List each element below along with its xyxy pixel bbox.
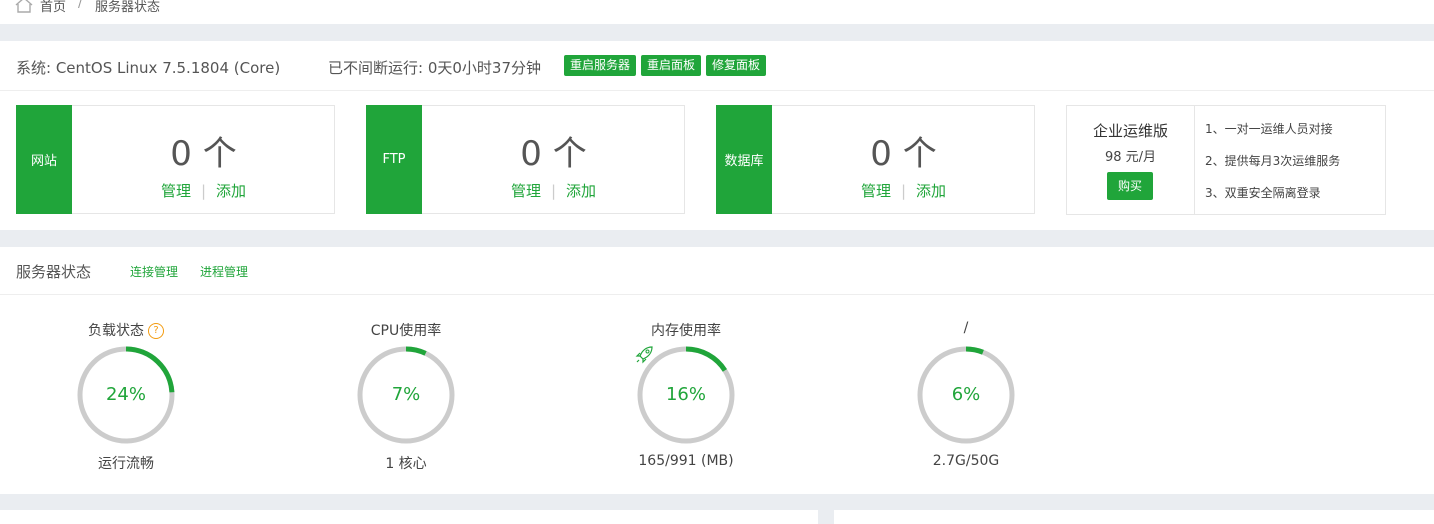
gauge-subtext: 165/991 (MB)	[638, 453, 734, 469]
card-label-database: 数据库	[716, 105, 772, 214]
restart-panel-button[interactable]: 重启面板	[641, 55, 701, 76]
connection-manage-link[interactable]: 连接管理	[130, 263, 178, 280]
uptime-info: 已不间断运行: 0天0小时37分钟	[328, 59, 541, 77]
database-count: 0 个	[870, 134, 937, 174]
link-separator: |	[200, 182, 207, 200]
ad-feature: 1、一对一运维人员对接	[1205, 122, 1333, 136]
ftp-manage-link[interactable]: 管理	[511, 182, 541, 200]
server-status-panel: 服务器状态 连接管理 进程管理 负载状态? 24% 运行流畅 CPU使用率 7%…	[0, 247, 1434, 494]
gauge-label: 负载状态	[88, 323, 144, 339]
ad-price: 98 元/月	[1104, 150, 1157, 165]
card-label-ftp: FTP	[366, 105, 422, 214]
repair-panel-button[interactable]: 修复面板	[706, 55, 766, 76]
gauge-ring[interactable]: 24%	[74, 343, 178, 447]
system-info: 系统: CentOS Linux 7.5.1804 (Core)	[16, 59, 281, 77]
divider	[0, 294, 1434, 295]
breadcrumb-separator: /	[78, 0, 83, 11]
link-separator: |	[900, 182, 907, 200]
database-add-link[interactable]: 添加	[916, 182, 946, 200]
breadcrumb-current: 服务器状态	[95, 0, 161, 15]
bottom-left-panel	[0, 510, 818, 524]
gauge-label: 内存使用率	[651, 323, 721, 339]
overview-panel: 系统: CentOS Linux 7.5.1804 (Core) 已不间断运行:…	[0, 41, 1434, 230]
link-separator: |	[550, 182, 557, 200]
ad-features: 1、一对一运维人员对接 2、提供每月3次运维服务 3、双重安全隔离登录	[1205, 120, 1340, 216]
gauge-ring[interactable]: 6%	[914, 343, 1018, 447]
breadcrumb-home[interactable]: 首页	[40, 0, 66, 15]
website-manage-link[interactable]: 管理	[161, 182, 191, 200]
load-gauge: 负载状态? 24% 运行流畅	[46, 320, 206, 473]
buy-button[interactable]: 购买	[1107, 172, 1153, 200]
gauge-subtext: 运行流畅	[98, 456, 154, 472]
memory-gauge: 内存使用率 16% 165/991 (MB)	[606, 320, 766, 469]
card-label-website: 网站	[16, 105, 72, 214]
gauge-value: 16%	[665, 384, 706, 405]
database-manage-link[interactable]: 管理	[861, 182, 891, 200]
gauge-ring[interactable]: 16%	[634, 343, 738, 447]
enterprise-ad: 企业运维版 98 元/月 购买 1、一对一运维人员对接 2、提供每月3次运维服务…	[1066, 105, 1386, 215]
ftp-add-link[interactable]: 添加	[566, 182, 596, 200]
gauge-label: CPU使用率	[370, 323, 442, 339]
ad-feature: 2、提供每月3次运维服务	[1205, 154, 1341, 168]
ad-title: 企业运维版	[1092, 122, 1168, 140]
ftp-count: 0 个	[520, 134, 587, 174]
gauge-label: /	[963, 320, 969, 336]
breadcrumb-bar: 首页 / 服务器状态	[0, 0, 1434, 24]
process-manage-link[interactable]: 进程管理	[200, 263, 248, 280]
disk-gauge: / 6% 2.7G/50G	[886, 320, 1046, 469]
home-icon[interactable]	[14, 0, 34, 13]
database-card: 数据库 0 个 管理 | 添加	[716, 105, 1035, 214]
website-add-link[interactable]: 添加	[216, 182, 246, 200]
restart-server-button[interactable]: 重启服务器	[564, 55, 636, 76]
cpu-gauge: CPU使用率 7% 1 核心	[326, 320, 486, 473]
ad-feature: 3、双重安全隔离登录	[1205, 186, 1321, 200]
gauge-value: 6%	[951, 384, 981, 405]
gauge-subtext: 1 核心	[385, 456, 427, 472]
gauge-ring[interactable]: 7%	[354, 343, 458, 447]
website-count: 0 个	[170, 134, 237, 174]
help-icon[interactable]: ?	[148, 323, 164, 339]
section-title: 服务器状态	[16, 263, 92, 281]
bottom-right-panel	[834, 510, 1434, 524]
gauge-value: 24%	[105, 384, 146, 405]
divider	[0, 90, 1434, 91]
gauge-subtext: 2.7G/50G	[932, 453, 1000, 469]
gauge-value: 7%	[391, 384, 421, 405]
ftp-card: FTP 0 个 管理 | 添加	[366, 105, 685, 214]
website-card: 网站 0 个 管理 | 添加	[16, 105, 335, 214]
